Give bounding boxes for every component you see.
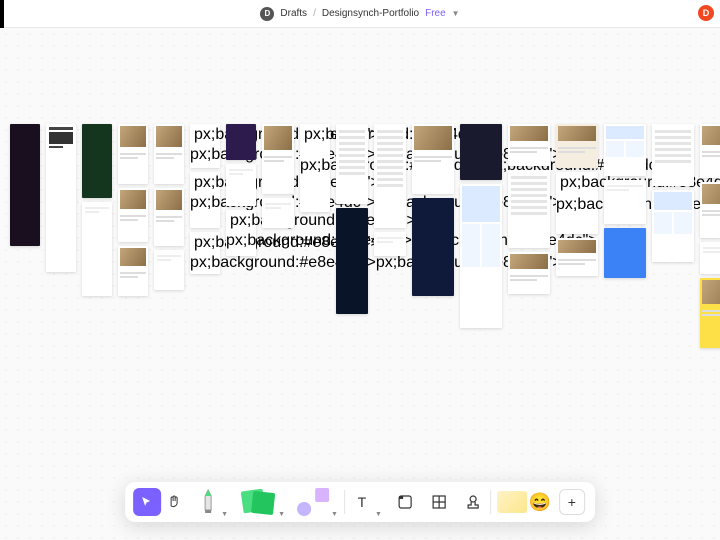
canvas-frame[interactable]: [412, 198, 454, 296]
canvas-frame[interactable]: [154, 250, 184, 290]
canvas-frame[interactable]: [556, 238, 598, 276]
canvas-frame[interactable]: [262, 198, 294, 228]
pencil-icon: [201, 488, 215, 516]
canvas-frame[interactable]: [374, 124, 406, 228]
canvas-frame[interactable]: [10, 124, 40, 246]
text-tool[interactable]: T: [351, 491, 373, 513]
canvas-frame[interactable]: [700, 124, 720, 178]
breadcrumb-separator: /: [313, 8, 316, 19]
canvas[interactable]: px;background:#e8e4dc">px;background:#e8…: [0, 28, 720, 540]
breadcrumb: D Drafts / Designsynch-Portfolio Free ▼: [260, 7, 459, 21]
canvas-frame[interactable]: [700, 242, 720, 274]
canvas-frame[interactable]: px;background:#e8e4dc">px;background:#e8…: [190, 172, 220, 228]
section-icon: [397, 494, 413, 510]
canvas-frame[interactable]: [374, 232, 406, 256]
topbar: D Drafts / Designsynch-Portfolio Free ▼ …: [0, 0, 720, 28]
canvas-frame[interactable]: [700, 278, 720, 348]
canvas-frame[interactable]: px;background:#e8e4dc">px;background:#e8…: [556, 172, 598, 234]
canvas-frame[interactable]: [460, 184, 502, 328]
canvas-frame[interactable]: [82, 124, 112, 198]
canvas-frame[interactable]: [508, 124, 550, 166]
pencil-tool[interactable]: [197, 486, 219, 518]
canvas-frame[interactable]: [154, 124, 184, 184]
hand-icon: [167, 495, 181, 509]
canvas-frame[interactable]: [652, 190, 694, 262]
canvas-frame[interactable]: [604, 228, 646, 278]
section-tool[interactable]: [394, 491, 416, 513]
canvas-frame[interactable]: [46, 124, 76, 272]
canvas-frame[interactable]: [508, 170, 550, 248]
sticky-icon: [251, 491, 275, 515]
chevron-down-icon[interactable]: ▼: [452, 9, 460, 18]
canvas-frame[interactable]: px;background:#e8e4dc">px;background:#e8…: [226, 210, 256, 256]
canvas-frame[interactable]: [652, 124, 694, 186]
canvas-frame[interactable]: px;background:#e8e4dc">px;background:#e8…: [190, 124, 220, 168]
canvas-frame[interactable]: [226, 124, 256, 160]
canvas-frame[interactable]: [412, 124, 454, 194]
canvas-frame[interactable]: [604, 124, 646, 176]
canvas-frame[interactable]: [226, 164, 256, 206]
cursor-icon: [141, 496, 153, 508]
canvas-frame[interactable]: [118, 188, 148, 242]
plan-badge[interactable]: Free: [425, 8, 446, 19]
main-menu-edge[interactable]: [0, 0, 4, 28]
canvas-frame[interactable]: [82, 202, 112, 296]
more-tools-button[interactable]: +: [559, 489, 585, 515]
canvas-frame[interactable]: [118, 124, 148, 184]
chevron-down-icon[interactable]: ▼: [278, 511, 285, 518]
toolbar: ▼ ▼ ▼ T ▼ 😄 +: [125, 482, 595, 522]
hand-tool[interactable]: [163, 491, 185, 513]
sticky-tool[interactable]: [240, 488, 276, 516]
table-icon: [431, 494, 447, 510]
stamp-tool[interactable]: [462, 491, 484, 513]
canvas-frame[interactable]: [336, 208, 368, 314]
canvas-frame[interactable]: [118, 246, 148, 296]
circle-icon: [297, 502, 311, 516]
canvas-frame[interactable]: [604, 180, 646, 224]
canvas-frame[interactable]: [154, 188, 184, 246]
emoji-icon[interactable]: 😄: [529, 490, 553, 514]
shapes-tool[interactable]: [297, 488, 329, 516]
canvas-frame[interactable]: px;background:#e8e4dc">px;background:#e8…: [190, 232, 220, 274]
canvas-frame[interactable]: [700, 182, 720, 238]
breadcrumb-file[interactable]: Designsynch-Portfolio: [322, 8, 419, 19]
canvas-frame[interactable]: [262, 124, 294, 194]
canvas-frame[interactable]: [556, 124, 598, 168]
canvas-frame[interactable]: px;background:#e8e4dc">px;background:#e8…: [300, 124, 330, 212]
chevron-down-icon[interactable]: ▼: [331, 511, 338, 518]
canvas-frame[interactable]: [460, 124, 502, 180]
square-icon: [315, 488, 329, 502]
canvas-frame[interactable]: [336, 124, 368, 204]
widgets-tool[interactable]: [497, 491, 527, 513]
move-tool[interactable]: [133, 488, 161, 516]
canvas-frame[interactable]: [508, 252, 550, 294]
table-tool[interactable]: [428, 491, 450, 513]
team-avatar[interactable]: D: [260, 7, 274, 21]
chevron-down-icon[interactable]: ▼: [375, 511, 382, 518]
chevron-down-icon[interactable]: ▼: [221, 511, 228, 518]
breadcrumb-drafts[interactable]: Drafts: [280, 8, 307, 19]
stamp-icon: [465, 494, 481, 510]
frames-container: px;background:#e8e4dc">px;background:#e8…: [10, 124, 720, 392]
user-avatar[interactable]: D: [698, 5, 714, 21]
